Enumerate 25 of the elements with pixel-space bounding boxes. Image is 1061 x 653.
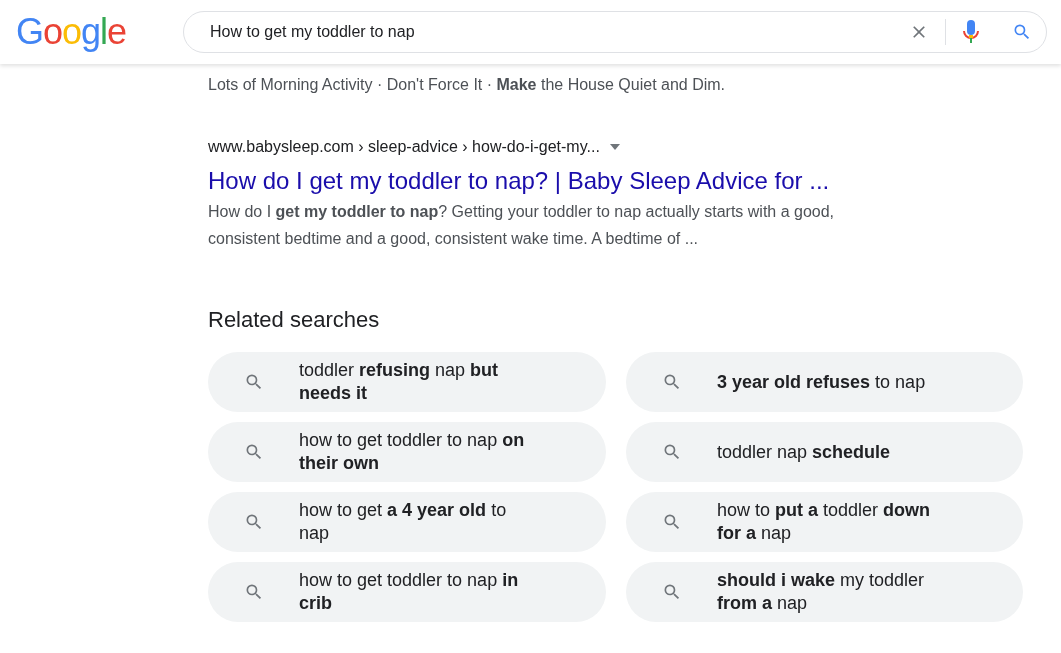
search-icon [244, 372, 264, 392]
dropdown-icon[interactable] [609, 144, 620, 150]
search-input[interactable]: How to get my toddler to nap [210, 20, 909, 44]
search-icon [244, 512, 264, 532]
related-search-chip[interactable]: how to get toddler to nap on their own [208, 422, 606, 482]
result-snippet: How do I get my toddler to nap? Getting your toddler to nap actually starts with a good, consistent bedtime and a good, consistent wake time. A bedtime of ... [208, 202, 836, 249]
section-heading: Related searches [208, 306, 381, 334]
related-search-chip[interactable]: should i wake my toddler from a nap [626, 562, 1023, 622]
search-icon [662, 582, 682, 602]
related-search-chip[interactable]: toddler refusing nap but needs it [208, 352, 606, 412]
related-search-chip[interactable]: 3 year old refuses to nap [626, 352, 1023, 412]
search-icon [662, 442, 682, 462]
search-icon [662, 372, 682, 392]
result-title-link[interactable]: How do I get my toddler to nap? | Baby Sleep Advice for ... [208, 166, 1061, 196]
url-breadcrumb: www.babysleep.com › sleep-advice › how-do-i-get-my... [208, 137, 600, 157]
search-icon[interactable] [1012, 22, 1032, 42]
related-search-chip[interactable]: toddler nap schedule [626, 422, 1023, 482]
search-icon [244, 442, 264, 462]
snippet-text: Lots of Morning Activity · Don't Force It · Make the House Quiet and Dim. [208, 75, 727, 95]
search-icon [244, 582, 264, 602]
search-icon [662, 512, 682, 532]
related-search-chip[interactable]: how to get toddler to nap in crib [208, 562, 606, 622]
related-search-chip[interactable]: how to put a toddler down for a nap [626, 492, 1023, 552]
microphone-icon[interactable] [962, 19, 980, 45]
related-search-chip[interactable]: how to get a 4 year old to nap [208, 492, 606, 552]
